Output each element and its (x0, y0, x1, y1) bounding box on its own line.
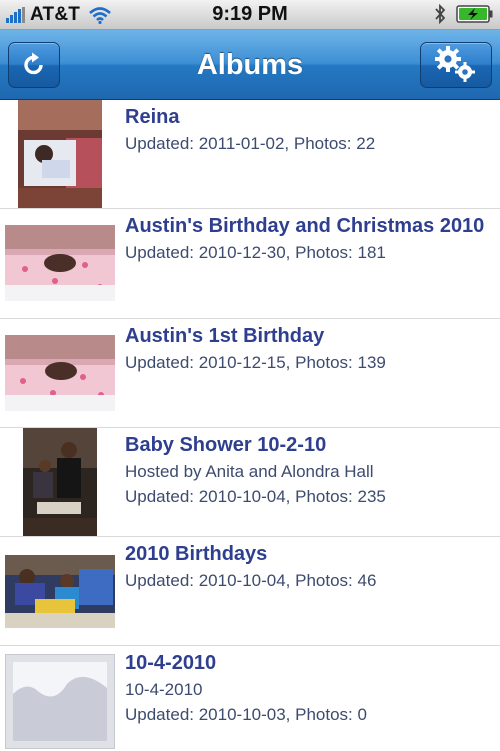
album-row[interactable]: Reina Updated: 2011-01-02, Photos: 22 (0, 100, 500, 209)
album-thumbnail (5, 654, 115, 749)
album-thumbnail (5, 555, 115, 628)
album-row[interactable]: Austin's Birthday and Christmas 2010 Upd… (0, 209, 500, 319)
album-text: Baby Shower 10-2-10 Hosted by Anita and … (125, 431, 490, 509)
album-thumbnail (5, 225, 115, 301)
placeholder-image-icon (5, 654, 115, 749)
album-row[interactable]: Baby Shower 10-2-10 Hosted by Anita and … (0, 428, 500, 537)
bluetooth-icon (435, 4, 446, 24)
album-updated: Updated: 2010-10-04, Photos: 235 (125, 487, 386, 506)
album-thumbnail (5, 335, 115, 411)
photo-thumbnail (5, 335, 115, 411)
album-text: 2010 Birthdays Updated: 2010-10-04, Phot… (125, 540, 490, 593)
album-updated: Updated: 2010-12-15, Photos: 139 (125, 353, 386, 372)
photo-thumbnail (18, 100, 102, 208)
album-thumbnail (5, 428, 115, 536)
photo-thumbnail (5, 555, 115, 628)
battery-icon (456, 5, 493, 23)
album-updated: Updated: 2010-10-03, Photos: 0 (125, 705, 367, 724)
settings-button[interactable] (420, 42, 492, 88)
album-updated: Updated: 2011-01-02, Photos: 22 (125, 134, 376, 153)
album-subtitle: 10-4-2010 (125, 680, 203, 699)
album-title: 2010 Birthdays (125, 543, 268, 565)
gears-icon (435, 46, 475, 82)
album-text: Austin's Birthday and Christmas 2010 Upd… (125, 212, 490, 265)
album-row[interactable]: Austin's 1st Birthday Updated: 2010-12-1… (0, 319, 500, 428)
photo-thumbnail (5, 225, 115, 301)
album-title: Austin's 1st Birthday (125, 325, 325, 347)
status-right (434, 4, 494, 24)
album-title: Reina (125, 106, 180, 128)
album-text: Austin's 1st Birthday Updated: 2010-12-1… (125, 322, 490, 375)
album-subtitle: Hosted by Anita and Alondra Hall (125, 462, 374, 481)
photo-thumbnail (23, 428, 97, 536)
album-text: 10-4-2010 10-4-2010 Updated: 2010-10-03,… (125, 649, 490, 727)
album-row[interactable]: 2010 Birthdays Updated: 2010-10-04, Phot… (0, 537, 500, 646)
status-time: 9:19 PM (212, 3, 288, 25)
status-bar: AT&T 9:19 PM (0, 0, 500, 30)
album-thumbnail (5, 100, 115, 208)
album-text: Reina Updated: 2011-01-02, Photos: 22 (125, 103, 490, 156)
navigation-bar: Albums (0, 30, 500, 100)
album-updated: Updated: 2010-10-04, Photos: 46 (125, 571, 377, 590)
album-title: 10-4-2010 (125, 652, 217, 674)
album-row[interactable]: 10-4-2010 10-4-2010 Updated: 2010-10-03,… (0, 646, 500, 751)
album-title: Austin's Birthday and Christmas 2010 (125, 215, 485, 237)
album-list: Reina Updated: 2011-01-02, Photos: 22 Au… (0, 100, 500, 751)
album-title: Baby Shower 10-2-10 (125, 434, 327, 456)
album-updated: Updated: 2010-12-30, Photos: 181 (125, 243, 386, 262)
